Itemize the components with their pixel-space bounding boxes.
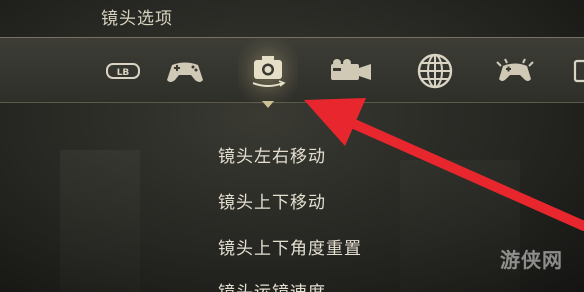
watermark-logo: 游侠网: [500, 248, 563, 272]
red-arrow-annotation: [304, 98, 584, 231]
